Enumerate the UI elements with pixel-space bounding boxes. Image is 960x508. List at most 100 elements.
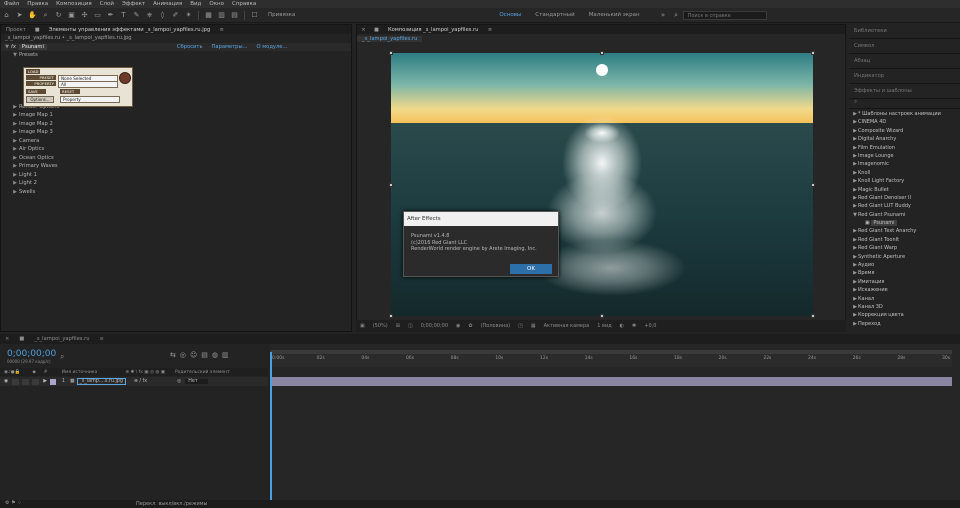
col-source-name[interactable]: Имя источника bbox=[62, 370, 98, 375]
effect-category[interactable]: ▶Время bbox=[849, 269, 960, 277]
effect-group-row[interactable]: ▶ Swells bbox=[1, 188, 351, 197]
camera-tool-icon[interactable]: ▣ bbox=[67, 10, 77, 20]
save-options-button[interactable]: Options... bbox=[26, 96, 54, 103]
options-link[interactable]: Параметры... bbox=[212, 44, 248, 50]
right-panel-section[interactable]: Библиотеки bbox=[849, 24, 960, 39]
layer-name[interactable]: _s_lamp....s.ru.jpg bbox=[76, 378, 126, 385]
mask-visibility-icon[interactable]: ◫ bbox=[408, 323, 413, 329]
visibility-eye-icon[interactable]: ◉ bbox=[4, 379, 8, 384]
world-axis-icon[interactable]: ▥ bbox=[217, 10, 227, 20]
panel-lock-icon[interactable]: ■ bbox=[32, 25, 42, 35]
effect-category[interactable]: ▶Synthetic Aperture bbox=[849, 253, 960, 261]
transform-handle[interactable] bbox=[811, 314, 815, 318]
home-icon[interactable]: ⌂ bbox=[2, 10, 12, 20]
workspace-tab[interactable]: Маленький экран bbox=[582, 12, 647, 18]
eraser-tool-icon[interactable]: ◊ bbox=[158, 10, 168, 20]
expand-triangle-icon[interactable]: ▶ bbox=[11, 163, 19, 169]
effect-category[interactable]: ▶Red Giant Warp bbox=[849, 244, 960, 252]
effect-category[interactable]: ▶Канал 3D bbox=[849, 303, 960, 311]
search-icon[interactable]: ⌕ bbox=[60, 352, 64, 362]
panel-close-icon[interactable]: × bbox=[359, 25, 369, 35]
reset-exposure-icon[interactable]: ✱ bbox=[632, 323, 636, 329]
transform-handle[interactable] bbox=[600, 314, 604, 318]
effect-category[interactable]: ▶Magic Bullet bbox=[849, 186, 960, 194]
toggle-switches-modes[interactable]: Перекл. выкл/вкл./режимы bbox=[136, 501, 207, 507]
effect-category[interactable]: ▶Red Giant Text Anarchy bbox=[849, 227, 960, 235]
workspace-menu-icon[interactable]: » bbox=[658, 10, 668, 20]
effect-item[interactable]: ▣ Psunami bbox=[849, 219, 960, 227]
hand-tool-icon[interactable]: ✋ bbox=[28, 10, 38, 20]
shy-layers-icon[interactable]: ☺ bbox=[190, 351, 197, 359]
safe-zones-icon[interactable]: ⊞ bbox=[396, 323, 400, 329]
menu-item[interactable]: Справка bbox=[228, 1, 260, 7]
effect-group-row[interactable]: ▶ Image Map 3 bbox=[1, 128, 351, 137]
effect-group-row[interactable]: ▶ Primary Waves bbox=[1, 162, 351, 171]
draft-3d-icon[interactable]: ◎ bbox=[180, 351, 186, 359]
right-panel-section[interactable]: Символ bbox=[849, 39, 960, 54]
expand-triangle-icon[interactable]: ▶ bbox=[11, 172, 19, 178]
frame-blending-icon[interactable]: ▤ bbox=[201, 351, 208, 359]
panel-menu-icon[interactable]: ≡ bbox=[485, 25, 495, 35]
expand-triangle-icon[interactable]: ▶ bbox=[11, 146, 19, 152]
effect-category[interactable]: ▶Переход bbox=[849, 320, 960, 328]
menu-item[interactable]: Слой bbox=[96, 1, 118, 7]
expand-triangle-icon[interactable]: ▶ bbox=[43, 379, 47, 384]
resolution-dropdown[interactable]: (Половина) bbox=[481, 323, 511, 329]
type-tool-icon[interactable]: T bbox=[119, 10, 129, 20]
effect-category[interactable]: ▶Коррекция цвета bbox=[849, 311, 960, 319]
transform-handle[interactable] bbox=[600, 51, 604, 55]
about-link[interactable]: О модуле... bbox=[257, 44, 288, 50]
expand-triangle-icon[interactable]: ▶ bbox=[11, 121, 19, 127]
menu-item[interactable]: Эффект bbox=[118, 1, 149, 7]
expand-triangle-icon[interactable]: ▼ bbox=[3, 44, 11, 50]
effect-category[interactable]: ▶Imagenomic bbox=[849, 160, 960, 168]
col-parent[interactable]: Родительский элемент bbox=[175, 370, 230, 375]
fx-icon[interactable]: fx bbox=[11, 44, 16, 50]
reset-link[interactable]: Сбросить bbox=[177, 44, 203, 50]
property-dropdown[interactable]: All bbox=[58, 81, 118, 88]
layer-switches-icon[interactable]: ⊕ / fx bbox=[134, 379, 147, 384]
effect-category[interactable]: ▶Composite Wizard bbox=[849, 127, 960, 135]
effect-group-row[interactable]: ▶ Ocean Optics bbox=[1, 154, 351, 163]
zoom-tool-icon[interactable]: ⌕ bbox=[41, 10, 51, 20]
effect-category[interactable]: ▶Канал bbox=[849, 295, 960, 303]
right-panel-section[interactable]: Абзац bbox=[849, 54, 960, 69]
expand-triangle-icon[interactable]: ▶ bbox=[11, 112, 19, 118]
always-preview-icon[interactable]: ▣ bbox=[360, 323, 365, 329]
transform-handle[interactable] bbox=[811, 51, 815, 55]
camera-dropdown[interactable]: Активная камера bbox=[544, 323, 590, 329]
playhead[interactable] bbox=[270, 352, 272, 500]
tab-composition[interactable]: Композиция _s_lampoi_yapfiles.ru bbox=[383, 27, 483, 33]
menu-item[interactable]: Композиция bbox=[52, 1, 96, 7]
effect-category[interactable]: ▶Film Emulation bbox=[849, 144, 960, 152]
graph-editor-icon[interactable]: ▥ bbox=[222, 351, 229, 359]
exposure-value[interactable]: +0,0 bbox=[644, 323, 656, 329]
clone-stamp-tool-icon[interactable]: ⎈ bbox=[145, 10, 155, 20]
pen-tool-icon[interactable]: ✒ bbox=[106, 10, 116, 20]
snap-checkbox[interactable]: ☐ bbox=[250, 10, 260, 20]
panel-close-icon[interactable]: × bbox=[0, 336, 14, 342]
menu-item[interactable]: Анимация bbox=[149, 1, 186, 7]
effect-category[interactable]: ▶Digital Anarchy bbox=[849, 135, 960, 143]
expand-triangle-icon[interactable]: ▶ bbox=[11, 189, 19, 195]
effect-group-row[interactable]: ▶ Image Map 2 bbox=[1, 120, 351, 129]
effect-category[interactable]: ▶Искажение bbox=[849, 286, 960, 294]
effect-category[interactable]: ▶* Шаблоны настроек анимации bbox=[849, 110, 960, 118]
transparency-grid-icon[interactable]: ▦ bbox=[531, 323, 536, 329]
expand-triangle-icon[interactable]: ▼ bbox=[11, 52, 19, 58]
effect-group-row[interactable]: ▶ Camera bbox=[1, 137, 351, 146]
parent-dropdown[interactable]: Нет bbox=[185, 379, 208, 384]
expand-triangle-icon[interactable]: ▶ bbox=[11, 138, 19, 144]
snapshot-icon[interactable]: ◉ bbox=[456, 323, 460, 329]
workspace-tab[interactable]: Стандартный bbox=[528, 12, 581, 18]
presets-group[interactable]: ▼ Presets bbox=[1, 51, 351, 60]
views-dropdown[interactable]: 1 вид bbox=[597, 323, 611, 329]
panel-lock-icon[interactable]: ■ bbox=[372, 25, 382, 35]
menu-item[interactable]: Правка bbox=[23, 1, 52, 7]
audio-toggle[interactable] bbox=[12, 378, 20, 385]
menu-item[interactable]: Окно bbox=[205, 1, 228, 7]
roto-brush-tool-icon[interactable]: ✐ bbox=[171, 10, 181, 20]
show-channel-icon[interactable]: ✿ bbox=[468, 323, 472, 329]
menu-item[interactable]: Файл bbox=[0, 1, 23, 7]
parent-pickwhip-icon[interactable]: ◎ bbox=[177, 379, 181, 384]
